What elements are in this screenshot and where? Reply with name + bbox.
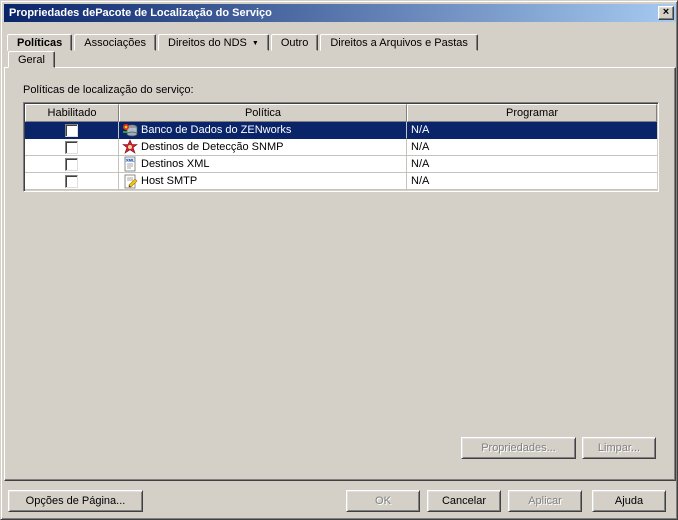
- schedule-cell: N/A: [407, 156, 657, 173]
- sub-tab-strip: Geral: [8, 51, 57, 68]
- tab-direitos-arquivos-pastas[interactable]: Direitos a Arquivos e Pastas: [320, 34, 478, 51]
- policy-name: Destinos XML: [141, 158, 209, 170]
- column-header-politica[interactable]: Política: [119, 104, 407, 122]
- policy-cell[interactable]: Banco de Dados do ZENworks: [119, 122, 407, 139]
- svg-text:XML: XML: [126, 158, 135, 163]
- policy-cell[interactable]: Host SMTP: [119, 173, 407, 190]
- section-label: Políticas de localização do serviço:: [23, 84, 194, 96]
- xml-targets-icon: XML: [121, 156, 138, 172]
- table-body: Banco de Dados do ZENworks N/A: [25, 122, 657, 190]
- tab-direitos-nds[interactable]: Direitos do NDS ▼: [158, 34, 269, 51]
- tab-label: Direitos a Arquivos e Pastas: [330, 37, 468, 49]
- column-header-programar[interactable]: Programar: [407, 104, 657, 122]
- enabled-cell: [25, 173, 119, 190]
- subtab-geral[interactable]: Geral: [8, 51, 55, 68]
- tab-label: Direitos do NDS: [168, 37, 247, 49]
- zenworks-database-icon: [121, 122, 138, 138]
- enabled-cell: [25, 122, 119, 139]
- ok-button[interactable]: OK: [346, 490, 420, 512]
- window-title: Propriedades dePacote de Localização do …: [9, 7, 272, 19]
- enabled-cell: [25, 156, 119, 173]
- chevron-down-icon: ▼: [252, 40, 259, 47]
- policy-name: Host SMTP: [141, 175, 197, 187]
- subtab-label: Geral: [18, 54, 45, 66]
- policy-name: Banco de Dados do ZENworks: [141, 124, 291, 136]
- tab-associacoes[interactable]: Associações: [74, 34, 156, 51]
- column-header-habilitado[interactable]: Habilitado: [25, 104, 119, 122]
- snmp-trap-targets-icon: [121, 139, 138, 155]
- cancel-button[interactable]: Cancelar: [427, 490, 501, 512]
- close-icon[interactable]: ×: [658, 6, 674, 20]
- schedule-value: N/A: [411, 175, 429, 187]
- table-row[interactable]: Banco de Dados do ZENworks N/A: [25, 122, 657, 139]
- content-panel: Políticas de localização do serviço: Hab…: [4, 67, 676, 481]
- schedule-value: N/A: [411, 141, 429, 153]
- policy-cell[interactable]: XML Destinos XML: [119, 156, 407, 173]
- tab-label: Políticas: [17, 37, 62, 49]
- policy-name: Destinos de Detecção SNMP: [141, 141, 283, 153]
- page-options-button[interactable]: Opções de Página...: [8, 490, 143, 512]
- tab-politicas[interactable]: Políticas: [7, 34, 72, 51]
- properties-button[interactable]: Propriedades...: [461, 437, 576, 459]
- schedule-value: N/A: [411, 124, 429, 136]
- tab-label: Outro: [281, 37, 309, 49]
- schedule-cell: N/A: [407, 139, 657, 156]
- policy-table: Habilitado Política Programar: [23, 102, 659, 192]
- schedule-cell: N/A: [407, 173, 657, 190]
- table-row[interactable]: Host SMTP N/A: [25, 173, 657, 190]
- schedule-value: N/A: [411, 158, 429, 170]
- enabled-cell: [25, 139, 119, 156]
- enabled-checkbox[interactable]: [65, 124, 78, 137]
- smtp-host-icon: [121, 173, 138, 189]
- enabled-checkbox[interactable]: [65, 175, 78, 188]
- help-button[interactable]: Ajuda: [592, 490, 666, 512]
- table-header: Habilitado Política Programar: [25, 104, 657, 122]
- title-bar: Propriedades dePacote de Localização do …: [4, 4, 676, 22]
- schedule-cell: N/A: [407, 122, 657, 139]
- table-row[interactable]: Destinos de Detecção SNMP N/A: [25, 139, 657, 156]
- table-row[interactable]: XML Destinos XML N/A: [25, 156, 657, 173]
- clear-button[interactable]: Limpar...: [582, 437, 656, 459]
- apply-button[interactable]: Aplicar: [508, 490, 582, 512]
- properties-dialog: Propriedades dePacote de Localização do …: [0, 0, 678, 520]
- tab-label: Associações: [84, 37, 146, 49]
- enabled-checkbox[interactable]: [65, 141, 78, 154]
- policy-cell[interactable]: Destinos de Detecção SNMP: [119, 139, 407, 156]
- tab-outro[interactable]: Outro: [271, 34, 319, 51]
- enabled-checkbox[interactable]: [65, 158, 78, 171]
- tab-strip: Políticas Associações Direitos do NDS ▼ O…: [7, 34, 480, 51]
